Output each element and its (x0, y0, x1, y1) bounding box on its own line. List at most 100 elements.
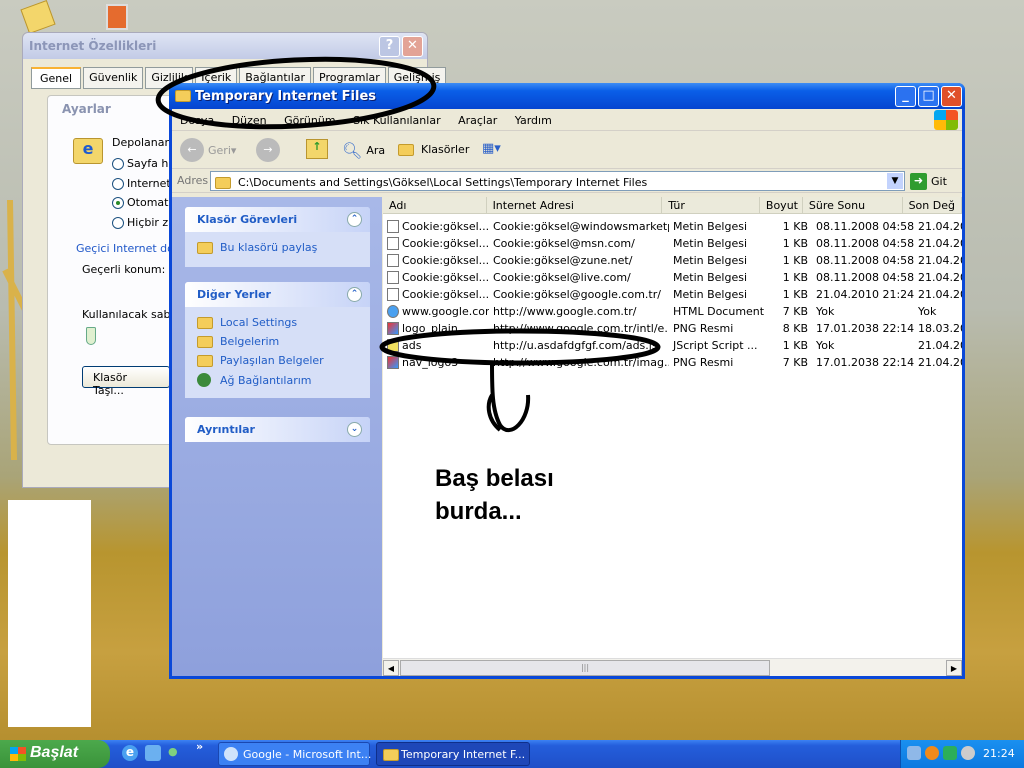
minimize-button[interactable]: _ (895, 86, 916, 107)
help-button[interactable]: ? (379, 36, 400, 57)
file-size: 1 KB (782, 237, 808, 250)
views-button[interactable]: ▦▾ (482, 141, 516, 159)
file-expires: Yok (816, 339, 835, 352)
scroll-thumb[interactable]: ||| (400, 660, 770, 676)
white-block (8, 500, 91, 727)
folder-icon[interactable] (20, 0, 56, 35)
move-folder-button[interactable]: Klasör Taşı... (82, 366, 170, 397)
col-type[interactable]: Tür (662, 197, 760, 213)
close-button[interactable]: ✕ (941, 86, 962, 107)
up-folder-icon[interactable]: ↑ (306, 139, 328, 159)
scroll-right-button[interactable]: ▶ (946, 660, 962, 676)
annotation-text: Baş belası burda... (435, 465, 554, 525)
taskbar-explorer-window[interactable]: Temporary Internet F... (376, 742, 530, 766)
file-size: 1 KB (782, 254, 808, 267)
share-folder-link[interactable]: Bu klasörü paylaş (185, 238, 370, 257)
menu-dosya[interactable]: Dosya (180, 114, 214, 127)
task-pane: Klasör Görevleri ⌃ Bu klasörü paylaş Diğe… (172, 197, 382, 676)
file-size: 7 KB (782, 356, 808, 369)
table-row[interactable]: Cookie:göksel... Cookie:göksel@zune.net/M… (383, 252, 962, 269)
address-input[interactable]: C:\Documents and Settings\Göksel\Local S… (210, 171, 905, 191)
menu-gorunum[interactable]: Görünüm (284, 114, 335, 127)
menu-sik-kullanilanlar[interactable]: Sık Kullanılanlar (353, 114, 441, 127)
file-size: 1 KB (782, 339, 808, 352)
volume-tray-icon[interactable] (961, 746, 975, 760)
col-url[interactable]: Internet Adresi (487, 197, 663, 213)
folders-button[interactable]: Klasörler (398, 143, 469, 156)
file-type: Metin Belgesi (673, 254, 748, 267)
ie-folder-icon: e (73, 138, 103, 164)
details-header[interactable]: Ayrıntılar ⌄ (185, 417, 370, 442)
local-settings-link[interactable]: Local Settings (185, 313, 370, 332)
disk-space-slider[interactable] (86, 327, 96, 345)
folder-icon (197, 316, 213, 329)
file-modified: Yok (918, 305, 937, 318)
ie-icon (224, 747, 238, 761)
horizontal-scrollbar[interactable]: ◀ ||| ▶ (383, 658, 962, 676)
table-row[interactable]: Cookie:göksel... Cookie:göksel@live.com/M… (383, 269, 962, 286)
table-row[interactable]: Cookie:göksel... Cookie:göksel@msn.com/Me… (383, 235, 962, 252)
back-arrow-icon: ← (180, 138, 204, 162)
text-file-icon (387, 254, 399, 268)
file-expires: 08.11.2008 04:58 (816, 237, 914, 250)
temp-files-link[interactable]: Geçici Internet dos (76, 242, 180, 255)
file-modified: 21.04.20 (918, 220, 962, 233)
network-tray-icon[interactable] (907, 746, 921, 760)
go-button[interactable]: ➜ Git (910, 173, 947, 190)
app-icon[interactable] (106, 4, 128, 30)
quick-launch-messenger-icon[interactable]: ● (168, 745, 184, 761)
png-image-icon (387, 322, 399, 336)
file-type: JScript Script ... (673, 339, 758, 352)
avast-tray-icon[interactable] (925, 746, 939, 760)
file-name: logo_plain (383, 320, 489, 337)
quick-launch-more-icon[interactable]: » (196, 740, 203, 753)
start-button[interactable]: Başlat (0, 740, 110, 768)
tab-guvenlik[interactable]: Güvenlik (83, 67, 144, 89)
folder-tasks-panel: Klasör Görevleri ⌃ Bu klasörü paylaş (185, 207, 370, 267)
file-type: Metin Belgesi (673, 271, 748, 284)
file-url: Cookie:göksel@windowsmarketp... (493, 220, 669, 233)
table-row[interactable]: nav_logo3 http://www.google.com.tr/imag..… (383, 354, 962, 371)
file-size: 7 KB (782, 305, 808, 318)
menu-yardim[interactable]: Yardım (515, 114, 552, 127)
file-expires: 21.04.2010 21:24 (816, 288, 914, 301)
menu-araclar[interactable]: Araçlar (458, 114, 497, 127)
close-button[interactable]: ✕ (402, 36, 423, 57)
file-expires: 08.11.2008 04:58 (816, 254, 914, 267)
table-row[interactable]: Cookie:göksel... Cookie:göksel@windowsmar… (383, 218, 962, 235)
table-row[interactable]: ads http://u.asdafdgfgf.com/ads.js JScript… (383, 337, 962, 354)
table-row[interactable]: www.google.com http://www.google.com.tr/H… (383, 303, 962, 320)
other-places-header[interactable]: Diğer Yerler ⌃ (185, 282, 370, 307)
search-button[interactable]: 🔍︎ Ara (342, 141, 385, 160)
col-expires[interactable]: Süre Sonu (803, 197, 903, 213)
col-modified[interactable]: Son Değ (903, 197, 962, 213)
file-type: PNG Resmi (673, 356, 734, 369)
back-button[interactable]: ← Geri ▾ (180, 138, 236, 162)
taskbar-ie-window[interactable]: Google - Microsoft Int... (218, 742, 371, 766)
windows-logo-icon (934, 110, 958, 130)
scroll-left-button[interactable]: ◀ (383, 660, 399, 676)
folder-tasks-header[interactable]: Klasör Görevleri ⌃ (185, 207, 370, 232)
forward-button[interactable]: → (256, 138, 280, 162)
tab-genel[interactable]: Genel (31, 67, 82, 89)
menu-duzen[interactable]: Düzen (232, 114, 267, 127)
dropdown-arrow-icon[interactable]: ▼ (887, 173, 903, 189)
file-type: HTML Document (673, 305, 765, 318)
my-documents-link[interactable]: Belgelerim (185, 332, 370, 351)
quick-launch-ie-icon[interactable]: e (122, 745, 138, 761)
col-name[interactable]: Adı (383, 197, 487, 213)
file-type: Metin Belgesi (673, 237, 748, 250)
table-row[interactable]: logo_plain http://www.google.com.tr/intl/… (383, 320, 962, 337)
menu-bar: Dosya Düzen Görünüm Sık Kullanılanlar Ar… (172, 109, 962, 131)
text-file-icon (387, 220, 399, 234)
details-panel: Ayrıntılar ⌄ (185, 417, 370, 442)
app-tray-icon[interactable] (943, 746, 957, 760)
file-modified: 21.04.20 (918, 288, 962, 301)
quick-launch-outlook-icon[interactable] (145, 745, 161, 761)
table-row[interactable]: Cookie:göksel... Cookie:göksel@google.com… (383, 286, 962, 303)
clock[interactable]: 21:24 (983, 747, 1015, 760)
shared-documents-link[interactable]: Paylaşılan Belgeler (185, 351, 370, 370)
network-places-link[interactable]: Ağ Bağlantılarım (185, 370, 370, 390)
maximize-button[interactable]: □ (918, 86, 939, 107)
col-size[interactable]: Boyut (760, 197, 803, 213)
